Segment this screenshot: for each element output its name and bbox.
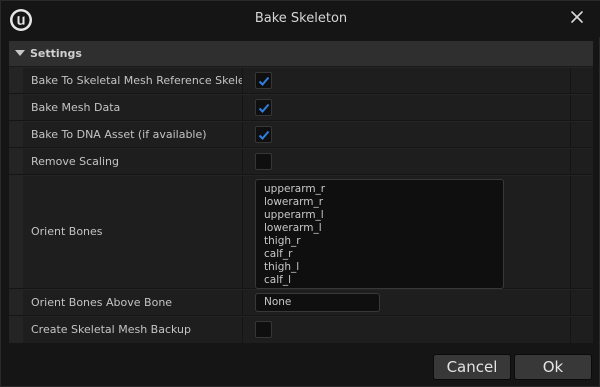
row-bake-mesh-data: Bake Mesh Data — [9, 95, 593, 121]
ok-button[interactable]: Ok — [514, 354, 592, 380]
row-label: Orient Bones — [31, 225, 103, 238]
checkmark-icon — [258, 103, 270, 113]
checkmark-icon — [258, 76, 270, 86]
create-backup-checkbox[interactable] — [255, 321, 272, 338]
list-item[interactable]: lowerarm_l — [264, 222, 495, 235]
list-item[interactable]: thigh_l — [264, 261, 495, 274]
row-bake-to-dna-asset: Bake To DNA Asset (if available) — [9, 122, 593, 148]
bake-skeleton-dialog: Bake Skeleton Settings Bake To Skeletal … — [0, 0, 600, 387]
row-label: Bake To Skeletal Mesh Reference Skele... — [31, 74, 243, 87]
row-label: Create Skeletal Mesh Backup — [31, 323, 191, 336]
row-remove-scaling: Remove Scaling — [9, 149, 593, 175]
list-item[interactable]: calf_l — [264, 274, 495, 287]
row-create-skeletal-mesh-backup: Create Skeletal Mesh Backup — [9, 317, 593, 343]
triangle-down-icon[interactable] — [15, 50, 25, 56]
list-item[interactable]: lowerarm_r — [264, 196, 495, 209]
details-panel: Settings Bake To Skeletal Mesh Reference… — [9, 41, 593, 343]
row-label: Orient Bones Above Bone — [31, 296, 173, 309]
list-item[interactable]: upperarm_r — [264, 183, 495, 196]
row-label: Bake Mesh Data — [31, 101, 121, 114]
list-item[interactable]: calf_r — [264, 248, 495, 261]
row-label: Bake To DNA Asset (if available) — [31, 128, 207, 141]
bake-to-reference-skeleton-checkbox[interactable] — [255, 72, 272, 89]
cancel-button[interactable]: Cancel — [433, 354, 511, 380]
row-label: Remove Scaling — [31, 155, 119, 168]
bake-to-dna-asset-checkbox[interactable] — [255, 126, 272, 143]
row-bake-to-reference-skeleton: Bake To Skeletal Mesh Reference Skele... — [9, 68, 593, 94]
title-bar: Bake Skeleton — [1, 1, 600, 37]
window-title: Bake Skeleton — [254, 11, 348, 26]
orient-bones-list[interactable]: upperarm_r lowerarm_r upperarm_l lowerar… — [255, 179, 504, 289]
orient-bones-above-bone-input[interactable]: None — [255, 293, 380, 312]
row-orient-bones: Orient Bones upperarm_r lowerarm_r upper… — [9, 176, 593, 289]
remove-scaling-checkbox[interactable] — [255, 153, 272, 170]
list-item[interactable]: upperarm_l — [264, 209, 495, 222]
checkmark-icon — [258, 130, 270, 140]
list-item[interactable]: thigh_r — [264, 235, 495, 248]
unreal-logo-icon — [10, 9, 32, 31]
settings-section-header[interactable]: Settings — [9, 41, 593, 67]
row-orient-bones-above-bone: Orient Bones Above Bone None — [9, 290, 593, 316]
bake-mesh-data-checkbox[interactable] — [255, 99, 272, 116]
close-icon[interactable] — [567, 8, 587, 28]
section-title: Settings — [30, 47, 82, 60]
